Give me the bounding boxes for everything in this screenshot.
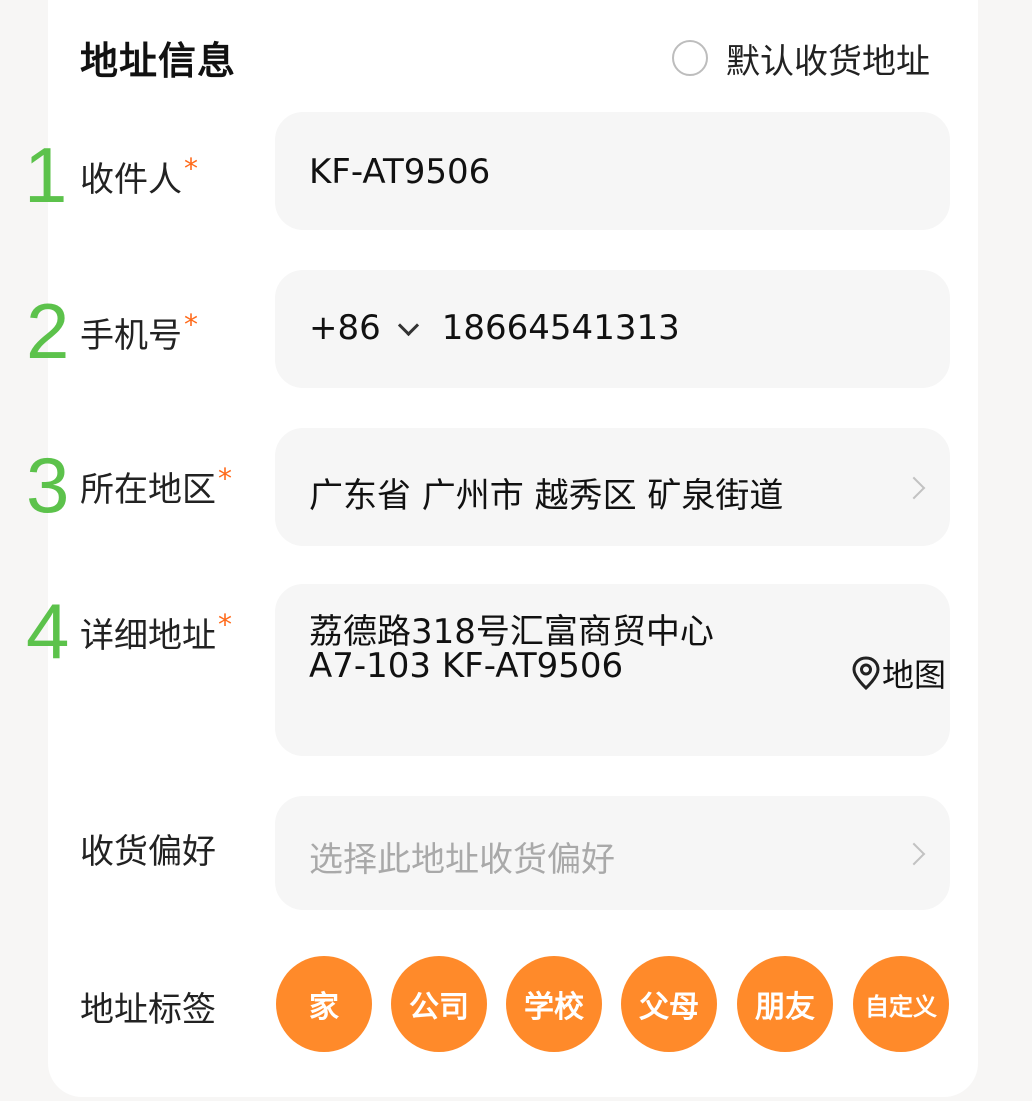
- section-title: 地址信息: [80, 39, 237, 83]
- tag-custom-button[interactable]: 自定义: [853, 956, 949, 1052]
- phone-label: 手机号*: [80, 308, 198, 357]
- step-number-2: 2: [26, 287, 70, 375]
- phone-input-field[interactable]: +86 18664541313: [275, 270, 950, 388]
- tags-label: 地址标签: [80, 990, 216, 1030]
- location-pin-icon: [852, 656, 880, 691]
- country-code-select[interactable]: +86: [309, 308, 381, 348]
- chevron-right-icon: [902, 476, 926, 500]
- preference-label: 收货偏好: [80, 832, 216, 872]
- phone-number-value: 18664541313: [441, 308, 680, 348]
- chevron-down-icon[interactable]: [397, 314, 419, 336]
- default-address-label: 默认收货地址: [726, 41, 930, 82]
- region-value: 广东省 广州市 越秀区 矿泉街道: [309, 476, 784, 516]
- phone-row: +86 18664541313: [309, 308, 680, 348]
- preference-select[interactable]: 选择此地址收货偏好: [275, 796, 950, 910]
- radio-icon[interactable]: [672, 40, 708, 76]
- detail-address-line2: A7-103 KF-AT9506: [309, 646, 624, 686]
- detail-address-label: 详细地址*: [80, 608, 232, 657]
- map-button[interactable]: 地图: [850, 650, 946, 696]
- map-label: 地图: [881, 656, 946, 694]
- tag-home-button[interactable]: 家: [276, 956, 372, 1052]
- region-label-text: 所在地区: [80, 470, 216, 510]
- required-mark: *: [218, 608, 232, 641]
- preference-placeholder: 选择此地址收货偏好: [309, 840, 615, 880]
- recipient-input[interactable]: KF-AT9506: [275, 112, 950, 230]
- step-number-4: 4: [26, 587, 70, 675]
- region-label: 所在地区*: [80, 462, 232, 511]
- recipient-label-text: 收件人: [80, 160, 182, 200]
- required-mark: *: [184, 152, 198, 185]
- detail-address-label-text: 详细地址: [80, 616, 216, 656]
- recipient-value: KF-AT9506: [309, 152, 491, 192]
- tag-parents-button[interactable]: 父母: [621, 956, 717, 1052]
- recipient-label: 收件人*: [80, 152, 198, 201]
- step-number-3: 3: [26, 441, 70, 529]
- region-select[interactable]: 广东省 广州市 越秀区 矿泉街道: [275, 428, 950, 546]
- phone-label-text: 手机号: [80, 316, 182, 356]
- tag-school-button[interactable]: 学校: [506, 956, 602, 1052]
- tag-company-button[interactable]: 公司: [391, 956, 487, 1052]
- chevron-right-icon: [902, 842, 926, 866]
- tag-friends-button[interactable]: 朋友: [737, 956, 833, 1052]
- default-address-toggle[interactable]: 默认收货地址: [672, 36, 930, 82]
- step-number-1: 1: [24, 131, 68, 219]
- required-mark: *: [218, 462, 232, 495]
- detail-address-textarea[interactable]: 荔德路318号汇富商贸中心 A7-103 KF-AT9506 地图: [275, 584, 950, 756]
- required-mark: *: [184, 308, 198, 341]
